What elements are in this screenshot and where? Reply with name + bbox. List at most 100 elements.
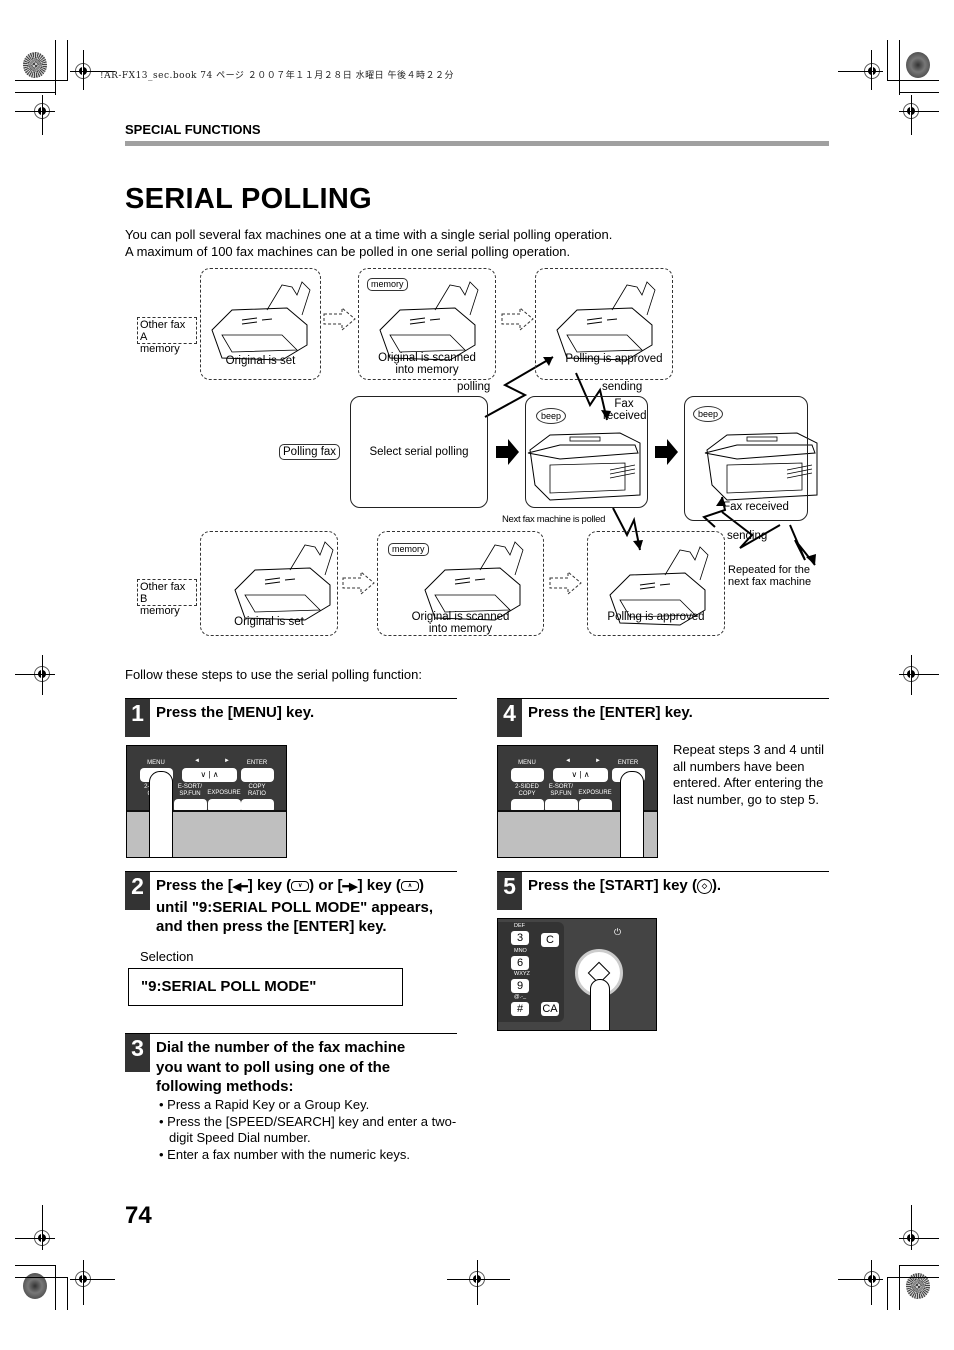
text-part: Press the [START] key ( xyxy=(528,877,697,894)
step-1: 1 Press the [MENU] key. xyxy=(125,698,457,737)
enter-key xyxy=(241,768,274,782)
steps-intro: Follow these steps to use the serial pol… xyxy=(125,667,423,682)
polling-fax-receiving-box: beep xyxy=(525,396,648,508)
list-item: • Enter a fax number with the numeric ke… xyxy=(159,1146,410,1162)
step-5: 5 Press the [START] key (◇). xyxy=(497,871,829,910)
start-key-icon: ◇ xyxy=(696,878,712,894)
list-item-text: Press the [SPEED/SEARCH] key and enter a… xyxy=(167,1113,457,1146)
step-title: Press the [START] key (◇). xyxy=(528,876,721,896)
enter-key-label: ENTER xyxy=(617,760,639,766)
step-title: Press the [ENTER] key. xyxy=(528,704,693,721)
label-line: Repeated for the xyxy=(728,564,810,576)
box-label: Original is set xyxy=(234,616,304,628)
step-box-polling-approved-b: Polling is approved xyxy=(587,531,725,636)
step-number: 5 xyxy=(497,872,522,910)
repeated-label: Repeated for the next fax machine xyxy=(728,564,811,588)
text-part: ) or [ xyxy=(309,877,343,894)
polling-label: polling xyxy=(457,381,491,393)
step-2: 2 Press the [◀━] key (∨) or [━▶] key (∧)… xyxy=(125,871,457,936)
menu-key xyxy=(511,768,544,782)
up-icon: ∧ xyxy=(583,770,590,779)
list-item: • Press a Rapid Key or a Group Key. xyxy=(159,1097,370,1112)
select-serial-polling-box: Select serial polling xyxy=(350,396,488,508)
up-key-icon: ∧ xyxy=(400,881,419,892)
numeric-key-9: 9 xyxy=(511,979,529,993)
step-number: 3 xyxy=(125,1034,150,1072)
step-4: 4 Press the [ENTER] key. xyxy=(497,698,829,737)
beep-bubble: beep xyxy=(693,406,724,422)
step-box-polling-approved-a: Polling is approved xyxy=(535,268,673,380)
step-title-line: Dial the number of the fax machine xyxy=(156,1039,406,1056)
list-item: • Press the [SPEED/SEARCH] key and enter… xyxy=(159,1113,457,1146)
next-polled-label: Next fax machine is polled xyxy=(502,514,606,525)
power-icon: ⏻ xyxy=(614,927,622,937)
operation-panel-enter: MENU ◄ ► ∨ | ∧ ENTER 2-SIDED COPY E-SORT/… xyxy=(497,745,658,858)
text-part: Press the [ xyxy=(156,877,233,894)
up-icon: ∧ xyxy=(212,770,219,779)
numeric-key-3: 3 xyxy=(511,931,529,945)
step-number: 4 xyxy=(497,699,522,737)
right-arrow-icon: ━▶ xyxy=(342,881,358,893)
operation-panel-menu: MENU ◄ ► ∨ | ∧ ENTER 2-SIDEDCOPY E-SORT/… xyxy=(126,745,287,858)
step-box-scanned-b: memory Original is scanned into memory xyxy=(377,531,544,636)
box-label: Original is set xyxy=(225,355,296,367)
label-line: into memory xyxy=(395,364,459,376)
label-line: Other fax B xyxy=(140,581,186,605)
text-part: ). xyxy=(711,877,722,894)
key-sub-label: MNO xyxy=(514,948,527,954)
text-part: ] key ( xyxy=(357,877,401,894)
list-item-text: Press a Rapid Key or a Group Key. xyxy=(167,1097,370,1112)
memory-tag: memory xyxy=(388,543,429,556)
page-number: 74 xyxy=(125,1202,152,1229)
box-label: Original is scanned into memory xyxy=(378,611,543,635)
box-label: Select serial polling xyxy=(369,446,469,458)
arrow-keys: ∨ | ∧ xyxy=(182,768,237,782)
exposure-label: EXPOSURE xyxy=(578,790,612,796)
polling-fax-received-box: beep Fax received xyxy=(684,396,808,521)
list-item-text: Enter a fax number with the numeric keys… xyxy=(167,1146,410,1162)
label-line: Original is scanned xyxy=(378,352,476,364)
arrow-keys: ∨ | ∧ xyxy=(553,768,608,782)
label-line: Original is scanned xyxy=(411,611,510,623)
text-part: ) xyxy=(418,877,424,894)
menu-key-label: MENU xyxy=(147,760,165,766)
step-box-original-set-b: Original is set xyxy=(200,531,338,636)
key-sub-label: @.-_ xyxy=(514,994,527,1000)
down-key-icon: ∨ xyxy=(291,881,310,892)
step-number: 1 xyxy=(125,699,150,737)
label-line: memory xyxy=(140,343,180,355)
numeric-key-6: 6 xyxy=(511,956,529,970)
hand-pointer-icon xyxy=(620,771,644,857)
step-number: 2 xyxy=(125,872,150,910)
operation-panel-start: DEF 3 MNO 6 WXYZ 9 @.-_ # C CA ⏻ xyxy=(497,918,657,1031)
step-title-line: until "9:SERIAL POLL MODE" appears, xyxy=(156,898,434,916)
box-label: Polling is approved xyxy=(607,611,705,623)
clear-all-key: CA xyxy=(541,1002,559,1016)
clear-key: C xyxy=(541,933,559,947)
label-line: RATIO xyxy=(248,790,266,797)
menu-key-label: MENU xyxy=(518,760,536,766)
selection-display: "9:SERIAL POLL MODE" xyxy=(128,968,403,1006)
down-icon: ∨ xyxy=(200,770,207,779)
step-title: Press the [MENU] key. xyxy=(156,704,315,721)
step-4-note: Repeat steps 3 and 4 until all numbers h… xyxy=(673,742,825,807)
text-part: ] key ( xyxy=(247,877,292,894)
step-box-original-set-a: Original is set xyxy=(200,268,321,380)
dial-methods-list: • Press a Rapid Key or a Group Key. • Pr… xyxy=(159,1097,459,1163)
copy-ratio-label: COPY RATIO xyxy=(237,784,277,797)
polling-fax-label: Polling fax xyxy=(279,444,341,460)
box-label: Polling is approved xyxy=(565,353,663,365)
memory-tag: memory xyxy=(367,278,408,291)
numeric-key-hash: # xyxy=(511,1002,529,1016)
step-title-line: Press the [◀━] key (∨) or [━▶] key (∧) xyxy=(156,876,433,898)
key-sub-label: DEF xyxy=(514,923,525,929)
sending-label: sending xyxy=(602,381,643,393)
step-title-line: you want to poll using one of the xyxy=(156,1058,391,1076)
step-title: Dial the number of the fax machine you w… xyxy=(156,1038,405,1097)
key-sub-label: WXYZ xyxy=(514,971,530,977)
left-arrow-icon: ◀━ xyxy=(232,881,248,893)
enter-key-label: ENTER xyxy=(246,760,268,766)
beep-bubble: beep xyxy=(536,408,567,424)
box-label: Fax received xyxy=(723,501,789,513)
label-line: next fax machine xyxy=(728,576,812,588)
